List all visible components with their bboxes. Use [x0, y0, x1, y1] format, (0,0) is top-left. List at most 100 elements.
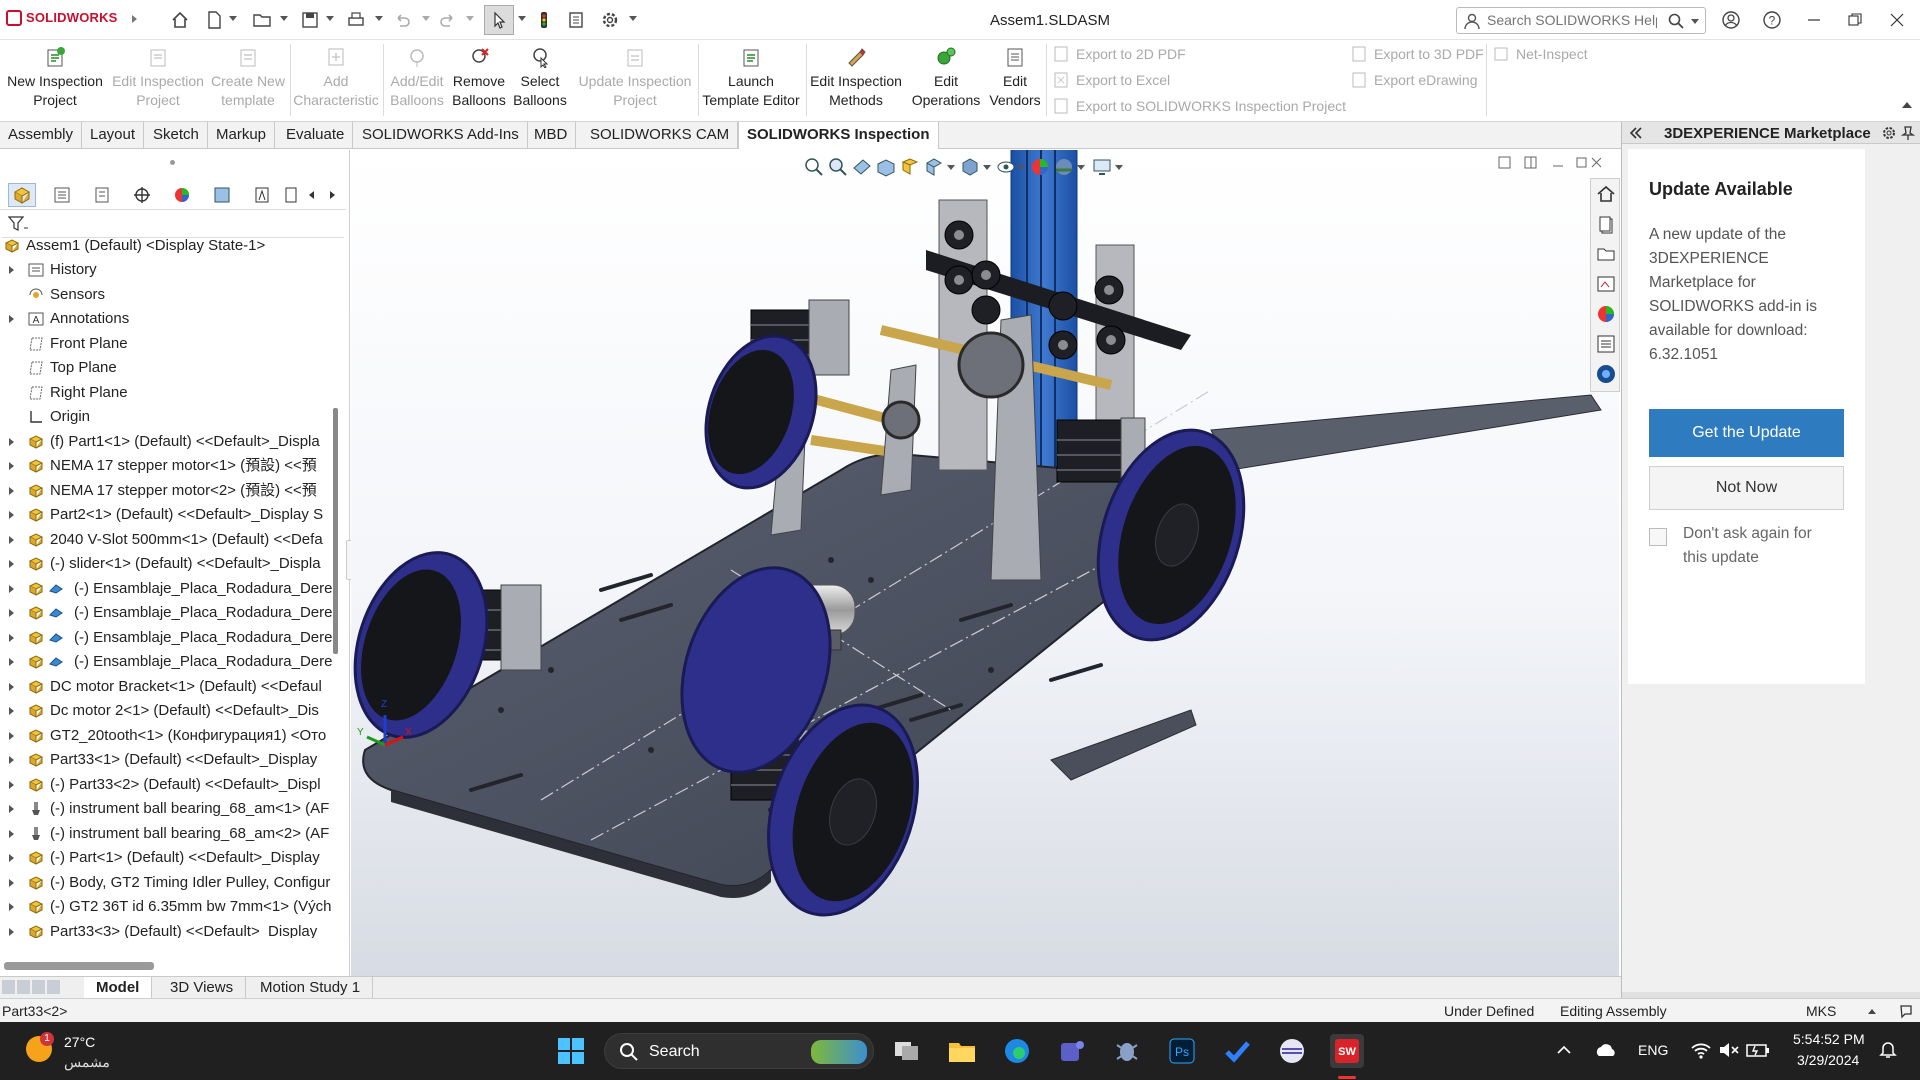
- tree-item[interactable]: DC motor Bracket<1> (Default) <<Defaul: [0, 675, 333, 699]
- solidworks-taskbar-icon[interactable]: SW: [1330, 1034, 1364, 1068]
- section-view-icon[interactable]: [875, 156, 897, 178]
- undo-dropdown-icon[interactable]: [422, 16, 430, 21]
- search-icon[interactable]: [1667, 12, 1685, 30]
- tab-add-ins[interactable]: SOLIDWORKS Add-Ins: [354, 122, 528, 149]
- create-new-template-button[interactable]: Create New template: [208, 42, 288, 118]
- apply-scene-icon[interactable]: [1053, 156, 1075, 178]
- zoom-to-fit-icon[interactable]: [803, 156, 825, 178]
- expand-arrow-icon[interactable]: [9, 609, 14, 617]
- launch-template-editor-button[interactable]: Launch Template Editor: [702, 42, 800, 118]
- tree-item[interactable]: Front Plane: [0, 332, 333, 356]
- edit-appearance-icon[interactable]: [1029, 156, 1051, 178]
- search-dropdown-icon[interactable]: [1691, 19, 1699, 24]
- panel-grip-icon[interactable]: [170, 160, 175, 165]
- onedrive-cloud-icon[interactable]: [1594, 1040, 1618, 1060]
- view-settings-icon[interactable]: [1091, 156, 1113, 178]
- tree-item[interactable]: (-) Part33<2> (Default) <<Default>_Displ: [0, 773, 333, 797]
- tree-root-assembly[interactable]: Assem1 (Default) <Display State-1>: [0, 238, 333, 258]
- tab-evaluate[interactable]: Evaluate: [278, 122, 354, 149]
- menu-flyout-arrow-icon[interactable]: [132, 15, 141, 23]
- tree-item[interactable]: Right Plane: [0, 381, 333, 405]
- status-options-icon[interactable]: [1898, 1003, 1914, 1019]
- battery-icon[interactable]: [1746, 1040, 1770, 1060]
- tab-mbd[interactable]: MBD: [526, 122, 577, 149]
- bug-app-icon[interactable]: [1110, 1034, 1144, 1068]
- get-the-update-button[interactable]: Get the Update: [1649, 409, 1844, 457]
- tree-item[interactable]: GT2_20tooth<1> (Конфигурация1) <Ото: [0, 724, 333, 748]
- update-inspection-project-button[interactable]: Update Inspection Project: [572, 42, 698, 118]
- expand-arrow-icon[interactable]: [9, 707, 14, 715]
- redo-dropdown-icon[interactable]: [466, 16, 474, 21]
- file-explorer-taskbar-icon[interactable]: [945, 1034, 979, 1068]
- tab-3d-views[interactable]: 3D Views: [158, 977, 247, 999]
- expand-arrow-icon[interactable]: [9, 535, 14, 544]
- previous-view-icon[interactable]: [851, 156, 873, 178]
- undo-icon[interactable]: [390, 8, 414, 32]
- save-icon[interactable]: [298, 8, 322, 32]
- tree-item[interactable]: Dc motor 2<1> (Default) <<Default>_Dis: [0, 699, 333, 723]
- dynamic-annotation-icon[interactable]: [899, 156, 921, 178]
- pin-icon[interactable]: [1901, 125, 1915, 141]
- expand-arrow-icon[interactable]: [9, 927, 14, 936]
- print-dropdown-icon[interactable]: [375, 16, 383, 21]
- expand-arrow-icon[interactable]: [9, 903, 14, 911]
- export-3d-pdf-button[interactable]: Export to 3D PDF: [1348, 43, 1484, 65]
- export-inspection-project-button[interactable]: Export to SOLIDWORKS Inspection Project: [1050, 95, 1346, 117]
- clock-time[interactable]: 5:54:52 PM: [1793, 1031, 1865, 1047]
- tab-layout[interactable]: Layout: [82, 122, 145, 149]
- tree-item[interactable]: A Annotations: [0, 307, 333, 331]
- edit-inspection-methods-button[interactable]: Edit Inspection Methods: [810, 42, 902, 118]
- view-settings-dropdown-icon[interactable]: [1115, 165, 1123, 170]
- custom-properties-icon[interactable]: [1595, 333, 1617, 355]
- expand-arrow-icon[interactable]: [9, 658, 14, 666]
- property-manager-tab-icon[interactable]: [48, 183, 76, 207]
- tree-item[interactable]: (f) Part1<1> (Default) <<Default>_Displa: [0, 430, 333, 454]
- clock-date[interactable]: 3/29/2024: [1797, 1052, 1859, 1068]
- select-dropdown-icon[interactable]: [518, 16, 526, 21]
- expand-arrow-icon[interactable]: [9, 266, 14, 274]
- tree-item[interactable]: (-) instrument ball bearing_68_am<1> (AF: [0, 797, 333, 821]
- collapse-pane-icon[interactable]: [1628, 126, 1644, 140]
- help-icon[interactable]: ?: [1758, 6, 1786, 34]
- new-document-icon[interactable]: [202, 8, 226, 32]
- collapse-ribbon-icon[interactable]: [1902, 102, 1912, 108]
- home-icon[interactable]: [168, 8, 192, 32]
- expand-arrow-icon[interactable]: [9, 756, 14, 764]
- expand-arrow-icon[interactable]: [9, 805, 14, 813]
- tab-solidworks-cam[interactable]: SOLIDWORKS CAM: [582, 122, 739, 149]
- restore-icon[interactable]: [1841, 6, 1869, 34]
- help-search-box[interactable]: [1456, 7, 1706, 34]
- new-dropdown-icon[interactable]: [229, 16, 237, 21]
- tree-item[interactable]: Origin: [0, 405, 333, 429]
- language-indicator[interactable]: ENG: [1638, 1042, 1668, 1058]
- print-icon[interactable]: [344, 8, 368, 32]
- tabs-scroll-left-icon[interactable]: [304, 183, 320, 207]
- show-hidden-icons-icon[interactable]: [1556, 1042, 1572, 1058]
- tree-item[interactable]: Part2<1> (Default) <<Default>_Display S: [0, 503, 333, 527]
- remove-balloons-button[interactable]: Remove Balloons: [450, 42, 508, 118]
- media-app-icon[interactable]: [1275, 1034, 1309, 1068]
- 3dexperience-marketplace-icon[interactable]: [1595, 363, 1617, 385]
- open-dropdown-icon[interactable]: [280, 16, 288, 21]
- solidworks-logo[interactable]: SOLIDWORKS: [6, 9, 118, 27]
- expand-arrow-icon[interactable]: [9, 560, 14, 568]
- redo-icon[interactable]: [436, 8, 460, 32]
- tree-horizontal-scrollbar[interactable]: [4, 962, 154, 970]
- view-palette-icon[interactable]: [1595, 273, 1617, 295]
- tree-item[interactable]: (-) Ensamblaje_Placa_Rodadura_Derec: [0, 650, 333, 674]
- minimize-icon[interactable]: [1800, 6, 1828, 34]
- expand-arrow-icon[interactable]: [9, 731, 14, 740]
- notification-bell-icon[interactable]: [1878, 1040, 1898, 1060]
- filter-icon[interactable]: [8, 216, 28, 232]
- photoshop-icon[interactable]: Ps: [1165, 1034, 1199, 1068]
- cam-tools-tab-icon[interactable]: [282, 183, 300, 207]
- add-edit-balloons-button[interactable]: Add/Edit Balloons: [386, 42, 448, 118]
- file-properties-icon[interactable]: [564, 8, 588, 32]
- tree-item[interactable]: (-) instrument ball bearing_68_am<2> (AF: [0, 822, 333, 846]
- expand-arrow-icon[interactable]: [9, 511, 14, 519]
- display-style-icon[interactable]: [959, 156, 981, 178]
- tree-item[interactable]: Part33<1> (Default) <<Default>_Display: [0, 748, 333, 772]
- tree-item[interactable]: 2040 V-Slot 500mm<1> (Default) <<Defa: [0, 528, 333, 552]
- next-tab-nav-icon[interactable]: [32, 980, 45, 994]
- expand-arrow-icon[interactable]: [9, 682, 14, 691]
